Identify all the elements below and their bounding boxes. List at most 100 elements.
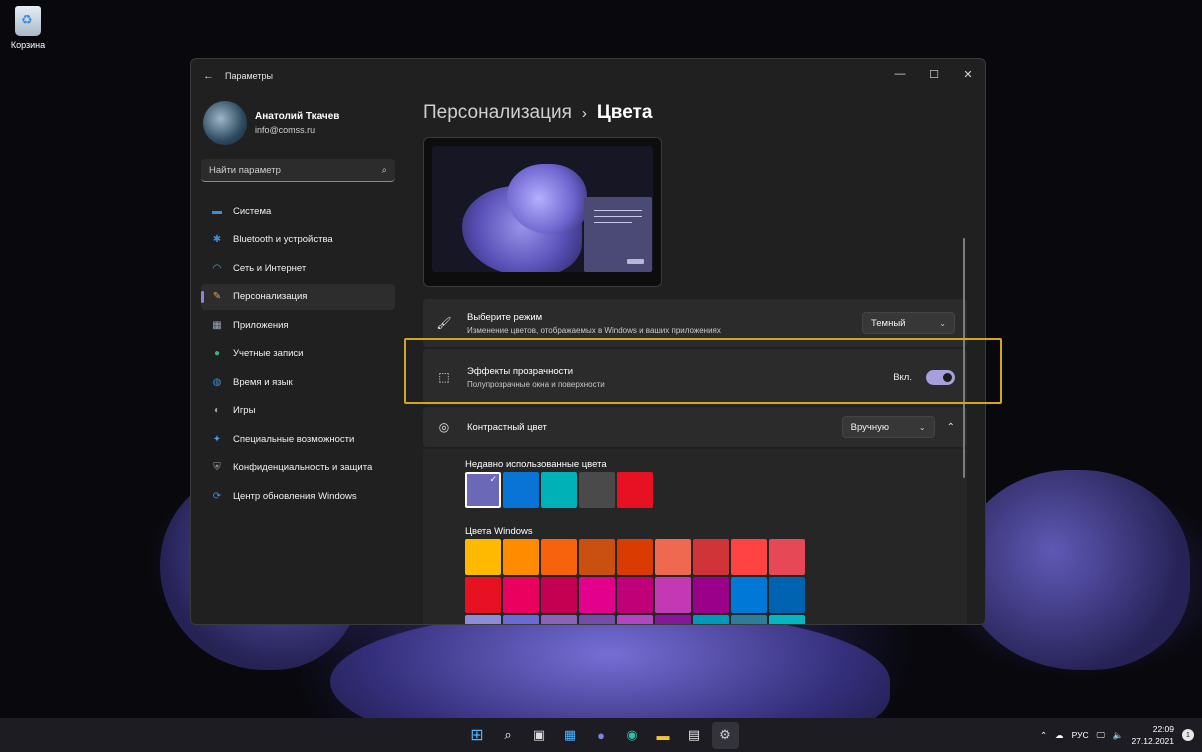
- sidebar-item-apps[interactable]: ▦ Приложения: [201, 312, 395, 338]
- mode-dropdown[interactable]: Темный ⌄: [862, 312, 955, 334]
- page-title: Цвета: [596, 102, 653, 123]
- language-indicator[interactable]: РУС: [1072, 730, 1089, 740]
- title-bar: ← Параметры — ☐ ✕: [191, 59, 985, 93]
- windows-color-swatch[interactable]: [541, 615, 577, 624]
- sidebar-item-system[interactable]: ▬ Система: [201, 198, 395, 224]
- network-icon[interactable]: 🖵: [1097, 730, 1105, 741]
- widgets-icon[interactable]: ▦: [557, 722, 584, 749]
- sidebar-item-wifi[interactable]: ◠ Сеть и Интернет: [201, 255, 395, 281]
- volume-icon[interactable]: 🔈: [1113, 730, 1124, 741]
- windows-color-swatch[interactable]: [769, 539, 805, 575]
- mode-value: Темный: [871, 317, 906, 329]
- windows-color-swatch[interactable]: [503, 577, 539, 613]
- recent-color-swatch[interactable]: [541, 472, 577, 508]
- sidebar-item-label: Сеть и Интернет: [233, 262, 307, 274]
- notification-badge[interactable]: 1: [1182, 729, 1194, 741]
- windows-color-swatch[interactable]: [465, 577, 501, 613]
- search-icon[interactable]: ⌕: [495, 722, 522, 749]
- recycle-bin[interactable]: Корзина: [6, 6, 50, 50]
- windows-color-swatch[interactable]: [465, 615, 501, 624]
- chevron-up-icon[interactable]: ⌃: [947, 422, 955, 433]
- windows-color-swatch[interactable]: [617, 577, 653, 613]
- sidebar-item-accessibility[interactable]: ✦ Специальные возможности: [201, 426, 395, 452]
- brush-icon: ✎: [212, 291, 222, 302]
- settings-icon[interactable]: ⚙: [711, 721, 739, 749]
- sidebar-item-bluetooth[interactable]: ✱ Bluetooth и устройства: [201, 227, 395, 253]
- transparency-toggle[interactable]: [926, 369, 955, 385]
- shield-icon: ⛨: [213, 462, 221, 473]
- task-view-icon[interactable]: ▣: [526, 722, 553, 749]
- user-profile[interactable]: Анатолий Ткачев info@comss.ru: [201, 93, 395, 153]
- sidebar-item-brush[interactable]: ✎ Персонализация: [201, 283, 395, 310]
- search-icon: ⌕: [381, 164, 387, 176]
- sidebar-item-label: Bluetooth и устройства: [233, 234, 333, 245]
- breadcrumb-parent[interactable]: Персонализация: [423, 102, 572, 124]
- windows-color-swatch[interactable]: [503, 539, 539, 575]
- windows-color-swatch[interactable]: [769, 577, 805, 613]
- windows-color-swatch[interactable]: [541, 577, 577, 613]
- windows-color-swatch[interactable]: [503, 615, 539, 624]
- preview-window: [584, 197, 652, 272]
- chevron-up-icon[interactable]: ⌃: [1040, 730, 1047, 741]
- chat-icon[interactable]: ●: [588, 722, 615, 749]
- windows-color-swatch[interactable]: [693, 539, 729, 575]
- windows-color-swatch[interactable]: [693, 577, 729, 613]
- recent-color-swatch[interactable]: [465, 472, 501, 508]
- accessibility-icon: ✦: [212, 433, 222, 445]
- windows-color-swatch[interactable]: [617, 539, 653, 575]
- recent-color-swatch[interactable]: [579, 472, 615, 508]
- scrollbar[interactable]: [963, 238, 965, 478]
- sidebar-item-update[interactable]: ⟳ Центр обновления Windows: [201, 483, 395, 509]
- color-row: [465, 539, 967, 575]
- accent-mode-dropdown[interactable]: Вручную ⌄: [841, 416, 935, 438]
- windows-color-swatch[interactable]: [655, 577, 691, 613]
- windows-color-swatch[interactable]: [579, 539, 615, 575]
- store-icon[interactable]: ▤: [681, 722, 708, 749]
- sidebar-item-gamepad[interactable]: ◐ Игры: [201, 398, 395, 424]
- windows-color-swatch[interactable]: [579, 577, 615, 613]
- apps-icon: ▦: [212, 319, 222, 331]
- accent-mode-value: Вручную: [850, 421, 889, 433]
- sidebar-item-globe[interactable]: ◍ Время и язык: [201, 369, 395, 395]
- theme-preview: [423, 137, 662, 287]
- explorer-icon[interactable]: ▬: [650, 722, 677, 749]
- sidebar-item-label: Приложения: [233, 319, 289, 331]
- windows-color-swatch[interactable]: [731, 539, 767, 575]
- windows-color-swatch[interactable]: [731, 615, 767, 624]
- sidebar-item-label: Специальные возможности: [233, 433, 355, 445]
- maximize-icon[interactable]: ☐: [917, 59, 951, 89]
- windows-color-swatch[interactable]: [693, 615, 729, 624]
- cloud-icon[interactable]: ☁: [1055, 730, 1064, 741]
- minimize-icon[interactable]: —: [883, 59, 917, 89]
- brush-mode-icon: 🖌: [436, 316, 452, 330]
- system-icon: ▬: [212, 205, 222, 217]
- windows-color-swatch[interactable]: [579, 615, 615, 624]
- search-input[interactable]: Найти параметр ⌕: [201, 159, 395, 182]
- recycle-bin-icon: [15, 6, 41, 36]
- edge-icon[interactable]: ◉: [619, 722, 646, 749]
- windows-color-swatch[interactable]: [465, 539, 501, 575]
- windows-color-swatch[interactable]: [617, 615, 653, 624]
- windows-color-swatch[interactable]: [655, 539, 691, 575]
- sidebar-item-account[interactable]: ● Учетные записи: [201, 341, 395, 367]
- sidebar-item-shield[interactable]: ⛨ Конфиденциальность и защита: [201, 455, 395, 481]
- clock[interactable]: 22:09 27.12.2021: [1131, 723, 1174, 747]
- mode-card: 🖌 Выберите режим Изменение цветов, отобр…: [423, 299, 967, 347]
- recent-color-swatch[interactable]: [503, 472, 539, 508]
- avatar: [203, 101, 247, 145]
- gamepad-icon: ◐: [213, 405, 221, 416]
- back-arrow-icon[interactable]: ←: [203, 70, 225, 82]
- chevron-down-icon: ⌄: [918, 422, 926, 432]
- windows-color-swatch[interactable]: [769, 615, 805, 624]
- windows-color-swatch[interactable]: [655, 615, 691, 624]
- close-icon[interactable]: ✕: [951, 59, 985, 89]
- windows-start-icon[interactable]: ⊞: [464, 722, 491, 749]
- windows-color-swatch[interactable]: [731, 577, 767, 613]
- mode-title: Выберите режим: [467, 311, 543, 323]
- windows-colors-grid: [465, 539, 967, 624]
- system-tray: ⌃ ☁ РУС 🖵 🔈 22:09 27.12.2021 1: [1040, 718, 1194, 752]
- clock-time: 22:09: [1152, 724, 1174, 734]
- recent-color-swatch[interactable]: [617, 472, 653, 508]
- window-title: Параметры: [225, 71, 273, 81]
- windows-color-swatch[interactable]: [541, 539, 577, 575]
